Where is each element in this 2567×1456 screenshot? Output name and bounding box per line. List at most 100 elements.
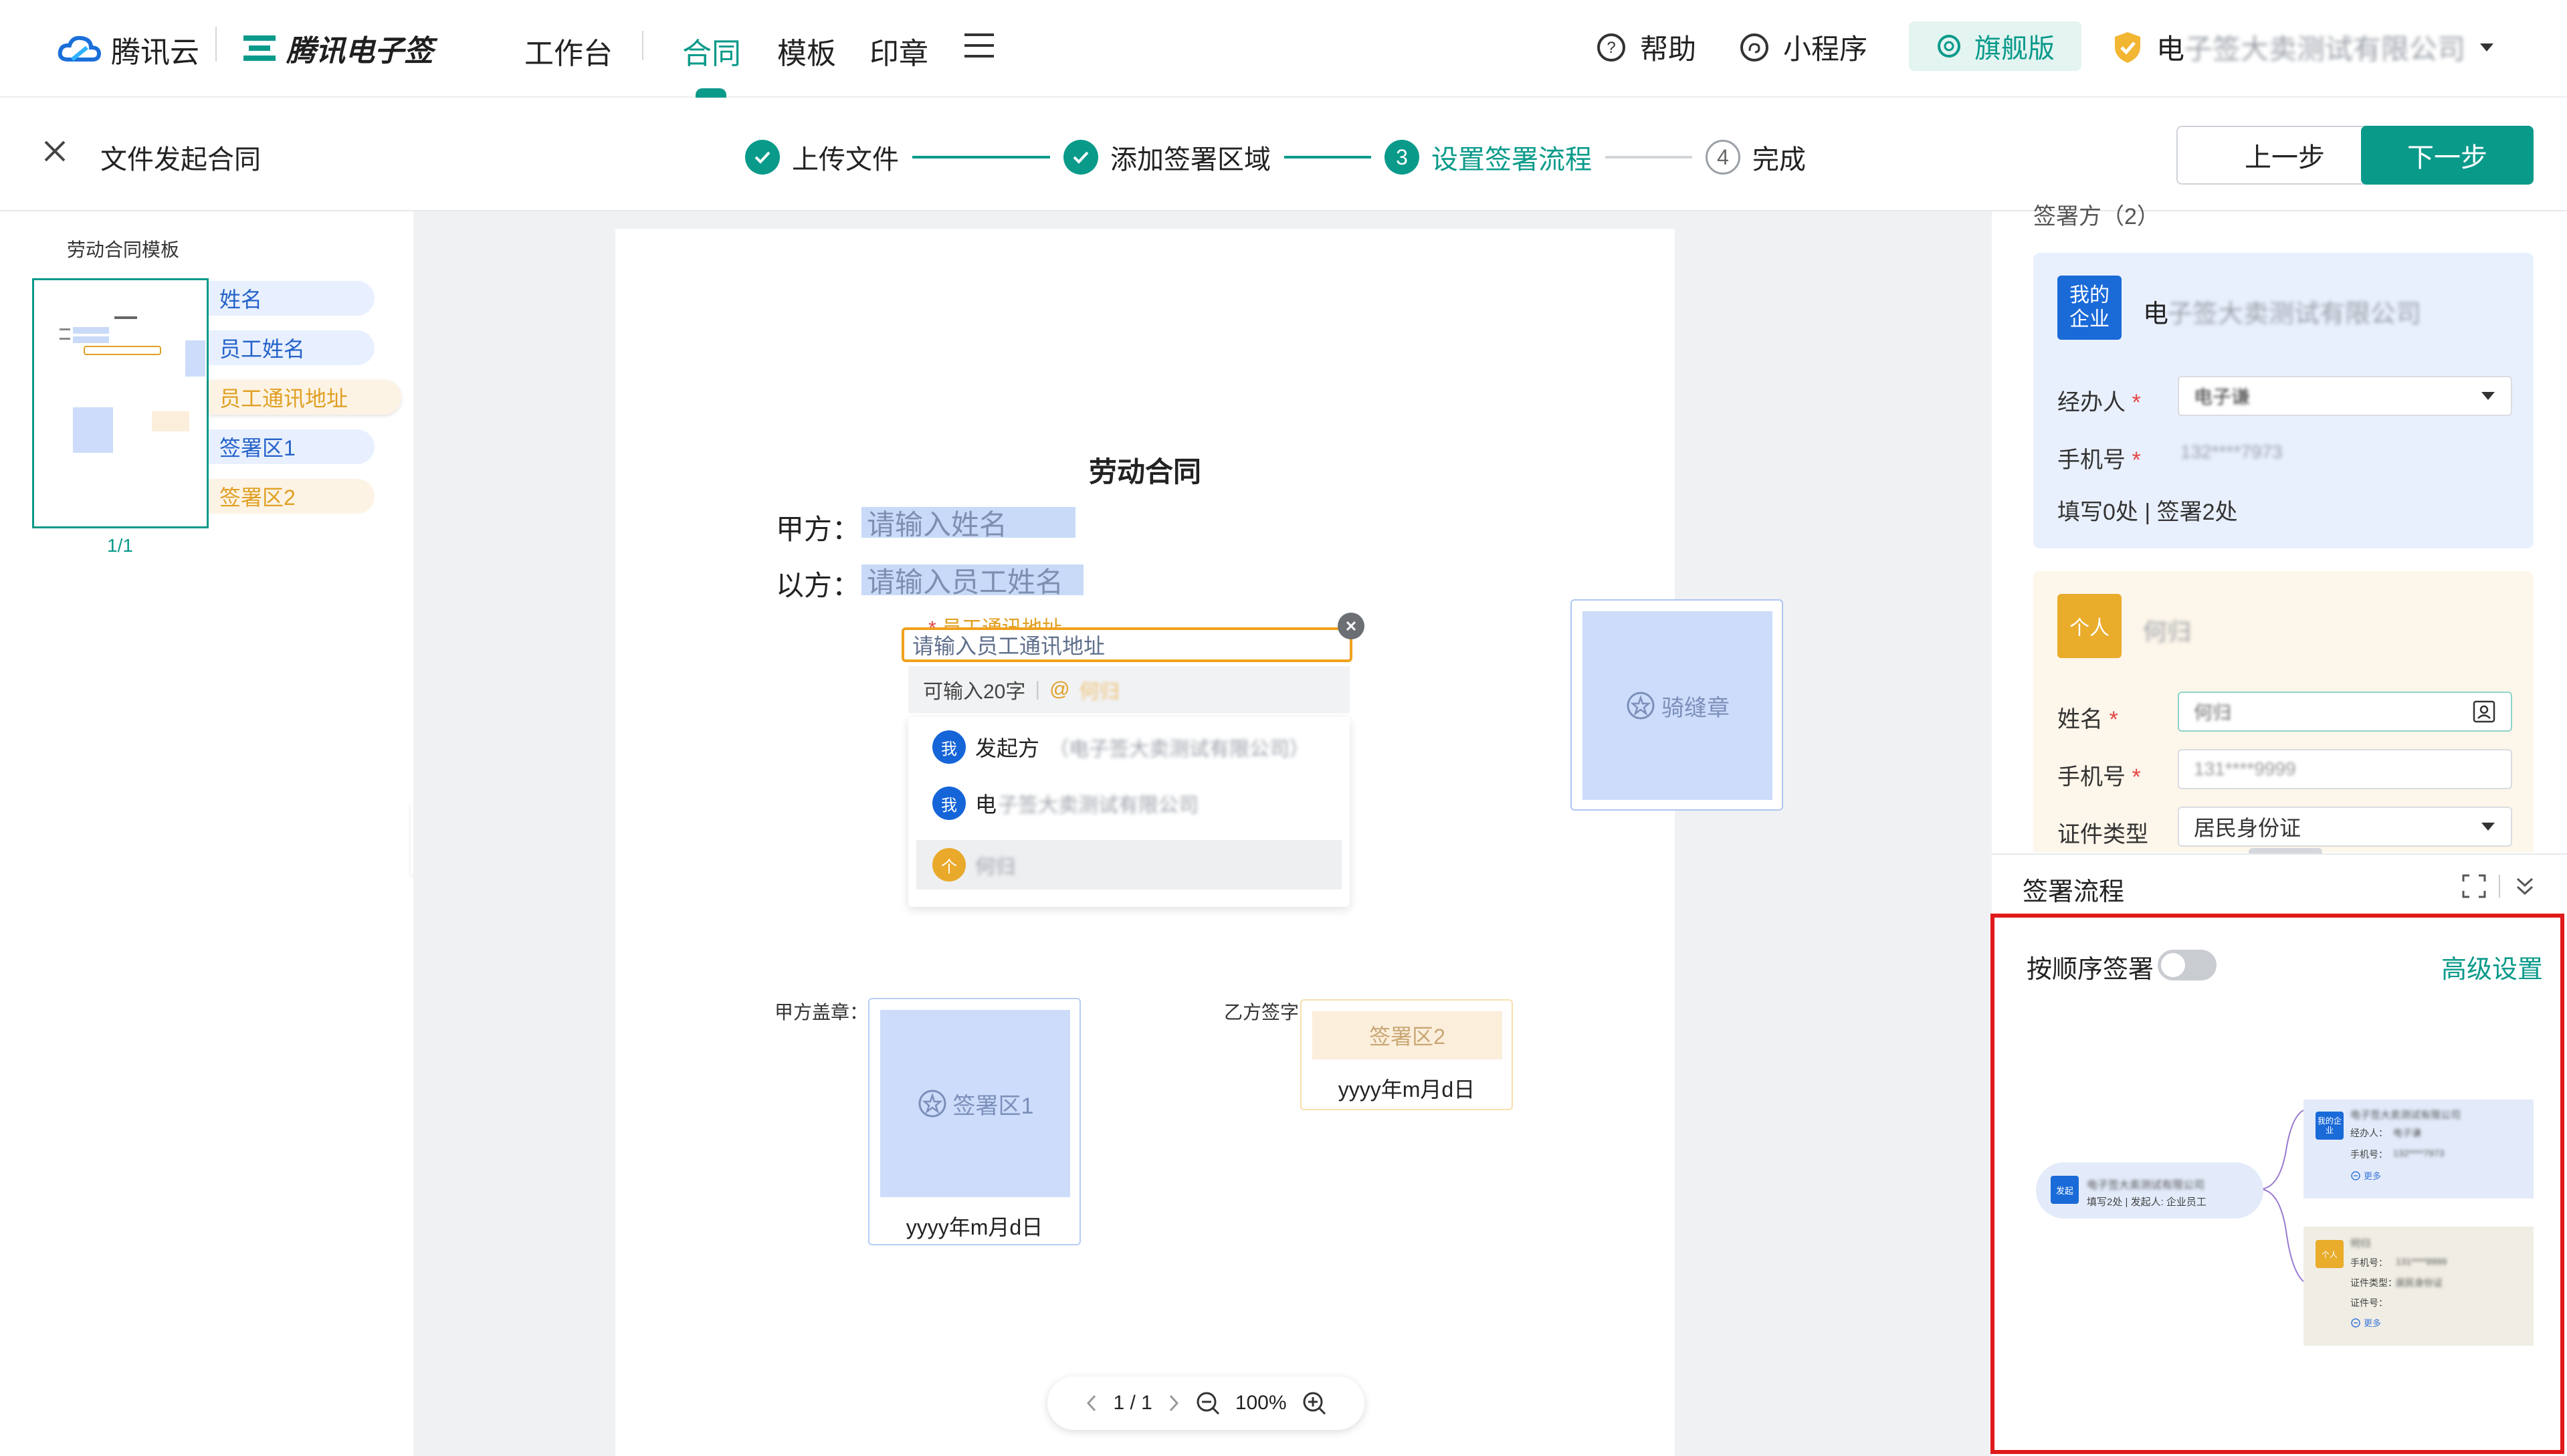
page-thumbnail[interactable] [32,278,209,528]
zoom-out-icon[interactable] [1195,1390,1221,1416]
party-b-name-field[interactable]: 请输入员工姓名 [861,564,1084,598]
party-a-name-field[interactable]: 请输入姓名 [861,507,1075,540]
option-label: 电 [975,793,997,817]
caret-down-icon [2481,823,2495,831]
flow-node-person[interactable]: 个人 何归 手机号： 131****9999 证件类型： 居民身份证 证件号： … [2303,1227,2534,1346]
sign-area-2[interactable]: 签署区2 yyyy年m月d日 [1300,999,1513,1110]
signer-card-person[interactable]: 个人 何归 姓名 * 何归 手机号 * 131****9999 证件类型 居民身… [2033,571,2534,852]
tencent-cloud-logo[interactable]: 腾讯云 [56,28,199,71]
nav-contract[interactable]: 合同 [682,29,741,72]
name-label-text: 姓名 [2057,707,2103,732]
required-mark: * [2103,707,2118,732]
person-mini-badge: 个人 [2316,1240,2344,1268]
help-link[interactable]: ? 帮助 [1596,27,1696,68]
person-badge: 个人 [2057,594,2122,658]
person-mini-phone: 131****9999 [2396,1256,2447,1267]
company-summary: 填写0处 | 签署2处 [2057,500,2238,525]
initiator-summary: 填写2处 | 发起人: 企业员工 [2087,1197,2206,1208]
sign-area-1-date: yyyy年m月d日 [906,1215,1043,1239]
option-sub-blurred: （电子签大卖测试有限公司） [1049,738,1310,760]
menu-icon[interactable] [964,32,994,62]
nav-seal[interactable]: 印章 [869,29,928,72]
step-header: 文件发起合同 上传文件 添加签署区域 3 设置签署流程 4 完成 上一步 下一步 [0,98,2567,211]
caret-down-icon [2481,392,2495,400]
field-hint-bar: 可输入20字 | @ 何归 [908,666,1350,713]
flow-node-company[interactable]: 我的企业 电子签大卖测试有限公司 经办人： 电子谦 手机号： 132****79… [2303,1100,2534,1199]
flow-body: 按顺序签署 高级设置 发起 电子签大卖测试有限公司 填写2处 | 发起人: 企业… [1992,916,2567,1456]
person-phone-input[interactable]: 131****9999 [2178,749,2512,789]
expand-icon[interactable] [2461,873,2487,899]
option-sub-blurred: 何归 [975,856,1015,878]
nav-workbench[interactable]: 工作台 [524,29,613,72]
id-type-value: 居民身份证 [2194,816,2301,840]
field-tag-name[interactable]: 姓名 [209,281,375,316]
address-field-input[interactable]: 请输入员工通讯地址 [902,627,1352,662]
person-name-input[interactable]: 何归 [2178,692,2512,732]
field-tag-employee-address[interactable]: 员工通讯地址 [209,380,401,415]
dropdown-option-company[interactable]: 我 电 子签大卖测试有限公司 [932,787,1199,820]
person-mini-idtype-label: 证件类型： [2350,1277,2397,1288]
company-switcher[interactable]: 电 子签大卖测试有限公司 [2112,27,2495,68]
dropdown-option-person[interactable]: 个 何归 [916,840,1342,890]
flow-node-initiator[interactable]: 发起 电子签大卖测试有限公司 填写2处 | 发起人: 企业员工 [2036,1162,2263,1219]
caret-down-icon [2480,43,2494,51]
thumb-sign2 [152,411,189,431]
phone-label: 手机号 * [2057,441,2141,474]
step-connector [912,156,1050,159]
person-name-label: 姓名 * [2057,701,2118,734]
doc-title: 劳动合同 [1089,456,1202,488]
flagship-badge[interactable]: 旗舰版 [1909,21,2081,71]
medal-icon [1938,35,1960,58]
divider [642,31,643,60]
miniprogram-label: 小程序 [1783,33,1868,65]
company-name-blurred: 子签大卖测试有限公司 [2184,33,2466,65]
company-name-blurred: 子签大卖测试有限公司 [2167,300,2422,328]
close-icon[interactable] [41,138,68,168]
person-mini-more[interactable]: 更多 [2350,1316,2381,1329]
company-mini-more[interactable]: 更多 [2350,1169,2381,1182]
cloud-icon [58,35,102,62]
field-close-icon[interactable] [1338,613,1364,639]
page-title: 文件发起合同 [100,145,261,175]
sign-area-2-date: yyyy年m月d日 [1338,1077,1475,1102]
double-chevron-down-icon[interactable] [2513,875,2536,898]
next-page-icon[interactable] [1167,1393,1180,1413]
template-title: 劳动合同模板 [67,239,180,260]
prev-page-icon[interactable] [1085,1393,1098,1413]
field-tag-employee-name[interactable]: 员工姓名 [209,330,375,365]
contact-book-icon[interactable] [2472,700,2496,724]
id-type-select[interactable]: 居民身份证 [2178,807,2512,847]
step-indicator: 上传文件 添加签署区域 3 设置签署流程 4 完成 [745,138,1806,177]
required-mark: * [2126,390,2141,415]
esign-logo[interactable]: 腾讯电子签 [242,27,433,70]
agent-select[interactable]: 电子谦 [2178,376,2512,416]
seam-stamp-box: 骑缝章 [1582,611,1772,800]
zoom-in-icon[interactable] [1302,1390,1327,1416]
phone-label-text: 手机号 [2057,764,2126,790]
seam-stamp-area[interactable]: 骑缝章 [1570,599,1783,811]
signers-header: 签署方（2） [2033,204,2160,229]
thumb-line [60,338,70,340]
thumb-field [73,327,109,334]
page-indicator: 1 / 1 [1113,1392,1152,1414]
thumb-title-line [114,316,137,319]
sign-area-1[interactable]: 签署区1 yyyy年m月d日 [868,998,1081,1245]
dropdown-option-initiator[interactable]: 我 发起方 （电子签大卖测试有限公司） [932,730,1310,764]
miniprogram-link[interactable]: 小程序 [1739,27,1867,68]
divider [215,27,217,62]
nav-template[interactable]: 模板 [777,29,836,72]
top-navigation: 腾讯云 腾讯电子签 工作台 合同 模板 印章 ? 帮助 小程序 旗舰版 电 子签… [0,0,2567,98]
id-type-label: 证件类型 [2057,822,2148,847]
company-mini-phone: 132****7973 [2393,1148,2445,1158]
thumb-seam [185,340,205,377]
person-name-value: 何归 [2194,702,2232,723]
signer-card-company[interactable]: 我的 企业 电 子签大卖测试有限公司 经办人 * 电子谦 手机号 * 132**… [2033,253,2534,548]
step-label-set-flow: 设置签署流程 [1431,145,1592,175]
field-tag-sign-area-1[interactable]: 签署区1 [209,429,375,464]
next-step-button[interactable]: 下一步 [2361,126,2534,185]
field-tag-sign-area-2[interactable]: 签署区2 [209,479,375,514]
thumb-sign1 [73,407,113,453]
thumb-addr-field [84,346,161,355]
help-icon: ? [1597,33,1625,62]
zoom-level: 100% [1235,1392,1287,1414]
